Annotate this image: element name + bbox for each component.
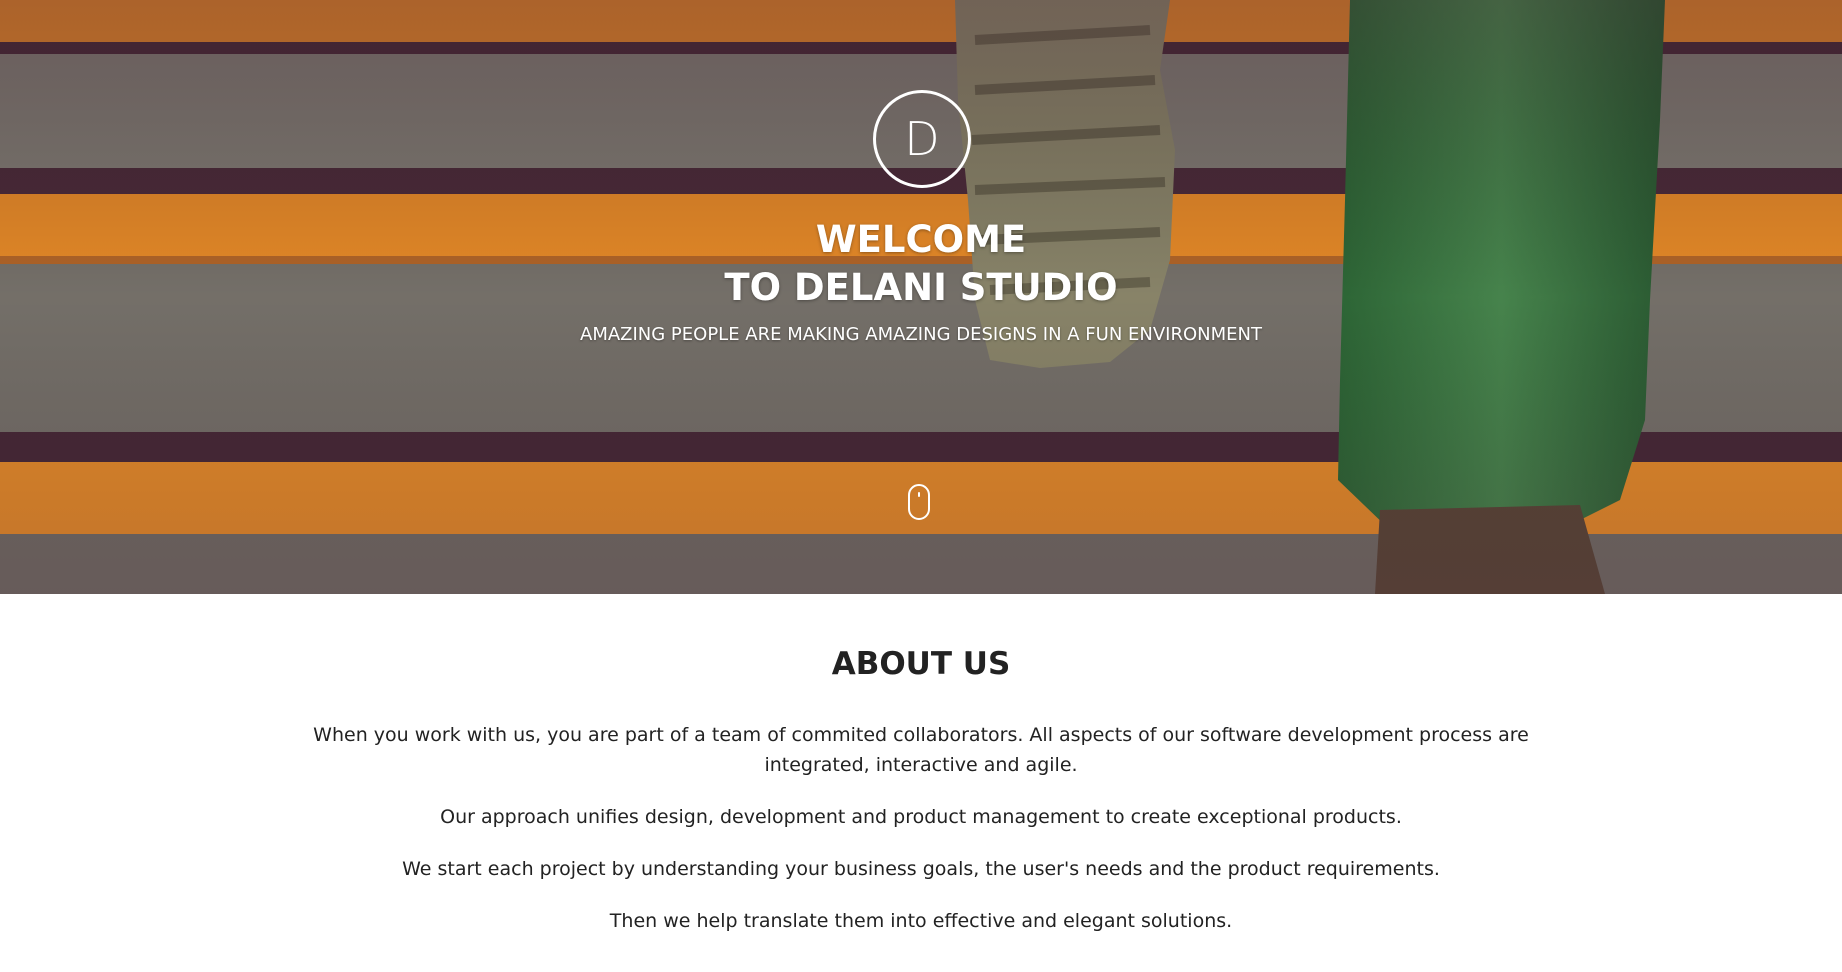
hero-title-line2: TO DELANI STUDIO <box>724 266 1118 309</box>
hero-title: WELCOME TO DELANI STUDIO <box>0 216 1842 312</box>
about-paragraph: When you work with us, you are part of a… <box>313 724 1529 776</box>
about-title: ABOUT US <box>831 646 1011 682</box>
about-paragraph: Our approach unifies design, development… <box>440 806 1402 828</box>
hero-section: D WELCOME TO DELANI STUDIO AMAZING PEOPL… <box>0 0 1842 594</box>
about-body: When you work with us, you are part of a… <box>281 720 1561 936</box>
studio-logo[interactable]: D <box>873 90 971 188</box>
about-paragraph: We start each project by understanding y… <box>402 858 1440 880</box>
hero-subtitle: AMAZING PEOPLE ARE MAKING AMAZING DESIGN… <box>580 324 1262 345</box>
scroll-down-mouse-icon[interactable] <box>908 484 930 520</box>
about-section: ABOUT US When you work with us, you are … <box>0 594 1842 972</box>
hero-title-line1: WELCOME <box>815 218 1027 261</box>
about-paragraph: Then we help translate them into effecti… <box>609 910 1233 932</box>
